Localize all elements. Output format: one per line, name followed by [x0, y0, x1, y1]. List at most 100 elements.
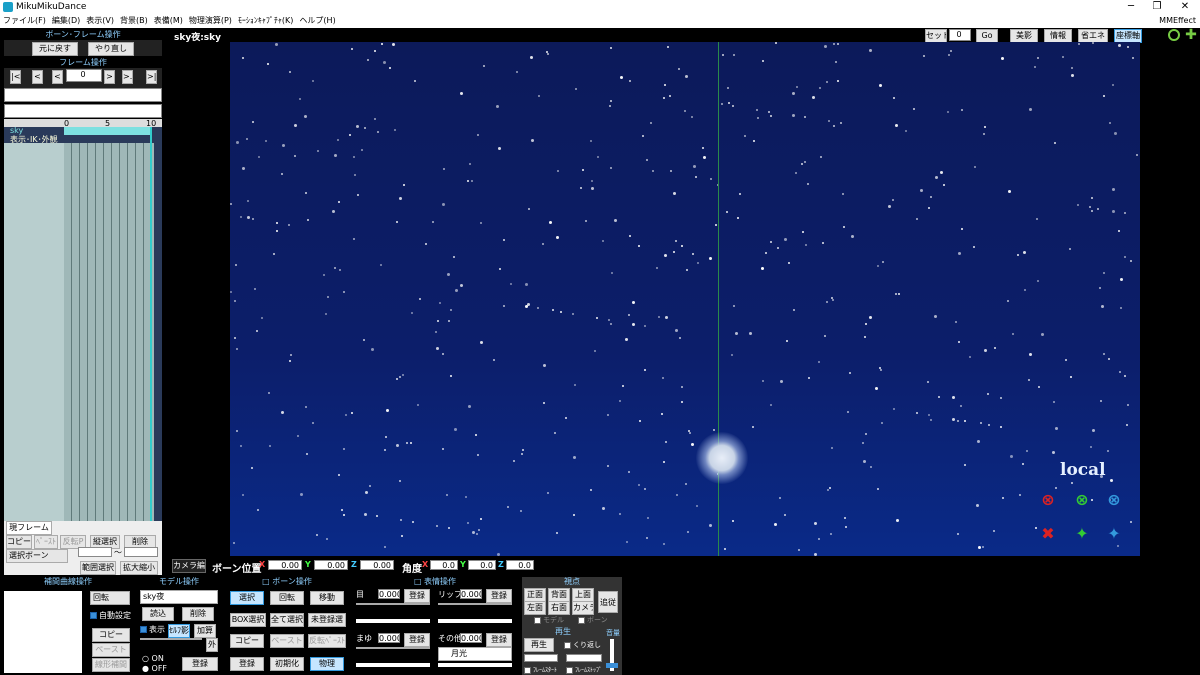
pos-z-input[interactable]: 0.00 — [360, 560, 394, 570]
box-select-button[interactable]: BOX選択 — [230, 613, 266, 627]
repeat-checkbox[interactable]: くり返し — [564, 640, 601, 650]
menu-physics[interactable]: 物理演算(P) — [186, 14, 235, 28]
left-view-button[interactable]: 左面 — [524, 601, 546, 615]
off-radio[interactable]: ● OFF — [142, 664, 167, 673]
frame-start-input[interactable] — [524, 654, 558, 662]
camera-edit-tab[interactable]: カメラ編 — [172, 559, 206, 573]
set-frame-input[interactable]: 0 — [949, 29, 971, 41]
menu-view[interactable]: 表示(V) — [83, 14, 117, 28]
angle-x-input[interactable]: 0.0 — [430, 560, 458, 570]
minimize-button[interactable]: ─ — [1118, 0, 1144, 14]
other-select[interactable]: 月光 — [438, 647, 512, 661]
close-button[interactable]: ✕ — [1172, 0, 1198, 14]
angle-y-input[interactable]: 0.0 — [468, 560, 496, 570]
linear-interp-button[interactable]: 線形補間 — [92, 658, 130, 672]
undo-button[interactable]: 元に戻す — [32, 42, 78, 56]
eye-register-button[interactable]: 登録 — [404, 589, 430, 603]
go-button[interactable]: Go — [976, 29, 998, 43]
z-rotate-icon[interactable]: ⊗ — [1102, 490, 1126, 512]
display-checkbox[interactable]: 表示 — [140, 624, 165, 635]
physics-button[interactable]: 物理 — [310, 657, 344, 671]
zoom-button[interactable]: 拡大縮小 — [120, 561, 158, 575]
follow-button[interactable]: 追従 — [598, 591, 618, 613]
bone-paste-button[interactable]: ペースト — [270, 634, 304, 648]
bone-name-field-2[interactable] — [4, 104, 162, 118]
camera-view-button[interactable]: カメラ — [572, 601, 594, 615]
self-shadow-button[interactable]: ｾﾙﾌ影 — [168, 624, 190, 638]
play-button[interactable]: 再生 — [524, 638, 554, 652]
paste-frame-button[interactable]: ﾍﾟｰｽﾄ — [34, 535, 58, 549]
bone-checkbox[interactable]: ボーン — [578, 615, 608, 625]
model-delete-button[interactable]: 削除 — [182, 607, 214, 621]
front-view-button[interactable]: 正面 — [524, 588, 546, 602]
outer-parent-button[interactable]: 外 — [206, 638, 218, 652]
model-load-button[interactable]: 読込 — [142, 607, 174, 621]
frame-next-key-button[interactable]: >. — [122, 70, 133, 84]
copy-frame-button[interactable]: コピー — [6, 535, 32, 549]
add-icon[interactable]: ✚ — [1184, 28, 1198, 42]
range-start-input[interactable] — [78, 547, 112, 557]
auto-set-checkbox[interactable]: 自動設定 — [90, 610, 131, 621]
frame-prev-button[interactable]: < — [52, 70, 63, 84]
menu-face[interactable]: 表備(M) — [151, 14, 186, 28]
brow-value[interactable]: 0.000 — [378, 633, 400, 643]
right-view-button[interactable]: 右面 — [548, 601, 570, 615]
tab-eco[interactable]: 省エネ — [1078, 29, 1108, 43]
z-move-icon[interactable]: ✦ — [1102, 524, 1126, 546]
eye-value[interactable]: 0.000 — [378, 589, 400, 599]
additive-button[interactable]: 加算 — [194, 624, 216, 638]
interp-copy-button[interactable]: コピー — [92, 628, 130, 642]
eye-slider[interactable] — [356, 619, 430, 623]
tab-info[interactable]: 情報 — [1044, 29, 1072, 43]
frame-number-input[interactable]: 0 — [66, 69, 102, 82]
brow-select[interactable] — [356, 647, 430, 649]
menu-mmeffect[interactable]: MMEffect — [1159, 14, 1196, 28]
other-slider[interactable] — [438, 663, 512, 667]
menu-background[interactable]: 背景(B) — [117, 14, 151, 28]
bone-select-button[interactable]: 選択 — [230, 591, 264, 605]
bone-name-field[interactable] — [4, 88, 162, 102]
frame-prev-key-button[interactable]: < — [32, 70, 43, 84]
interp-curve-area[interactable] — [4, 591, 82, 673]
bone-inverse-paste-button[interactable]: 反転ﾍﾟｰｽﾄ — [308, 634, 346, 648]
menu-help[interactable]: ヘルプ(H) — [296, 14, 338, 28]
bone-init-button[interactable]: 初期化 — [270, 657, 304, 671]
model-checkbox[interactable]: モデル — [534, 615, 564, 625]
brow-slider[interactable] — [356, 663, 430, 667]
tab-axes[interactable]: 座標軸 — [1114, 29, 1142, 43]
volume-thumb[interactable] — [606, 663, 618, 668]
search-icon[interactable] — [1168, 29, 1180, 41]
bone-copy-button[interactable]: コピー — [230, 634, 264, 648]
select-bone-dropdown[interactable]: 選択ボーン — [6, 549, 68, 563]
tab-shadow[interactable]: 美影 — [1010, 29, 1038, 43]
pos-x-input[interactable]: 0.00 — [268, 560, 302, 570]
maximize-button[interactable]: ❐ — [1144, 0, 1170, 14]
eye-select[interactable] — [356, 603, 430, 605]
y-rotate-icon[interactable]: ⊗ — [1070, 490, 1094, 512]
frame-next-button[interactable]: > — [104, 70, 115, 84]
other-value[interactable]: 0.000 — [460, 633, 482, 643]
top-view-button[interactable]: 上面 — [572, 588, 594, 602]
bone-register-button[interactable]: 登録 — [230, 657, 264, 671]
timeline[interactable]: 0 5 10 sky 表示･IK･外観 — [4, 119, 162, 549]
menu-motion-capture[interactable]: ﾓｰｼｮﾝｷｬﾌﾟﾁｬ(K) — [235, 14, 297, 28]
bone-rotate-button[interactable]: 回転 — [270, 591, 304, 605]
tab-current-frame[interactable]: 現フレーム — [6, 521, 52, 535]
brow-register-button[interactable]: 登録 — [404, 633, 430, 647]
outer-parent-dropdown[interactable] — [140, 638, 202, 640]
y-move-icon[interactable]: ✦ — [1070, 524, 1094, 546]
frame-first-button[interactable]: |< — [10, 70, 21, 84]
angle-z-input[interactable]: 0.0 — [506, 560, 534, 570]
pos-y-input[interactable]: 0.00 — [314, 560, 348, 570]
menu-edit[interactable]: 編集(D) — [49, 14, 83, 28]
model-register-button[interactable]: 登録 — [182, 657, 218, 671]
interp-rotate-dropdown[interactable]: 回転 — [90, 591, 130, 605]
range-select-button[interactable]: 範囲選択 — [80, 561, 116, 575]
redo-button[interactable]: やり直し — [88, 42, 134, 56]
model-select-dropdown[interactable]: sky夜 — [140, 590, 218, 604]
x-rotate-icon[interactable]: ⊗ — [1036, 490, 1060, 512]
range-end-input[interactable] — [124, 547, 158, 557]
lip-slider[interactable] — [438, 619, 512, 623]
menu-file[interactable]: ファイル(F) — [0, 14, 49, 28]
on-radio[interactable]: ○ ON — [142, 654, 164, 663]
